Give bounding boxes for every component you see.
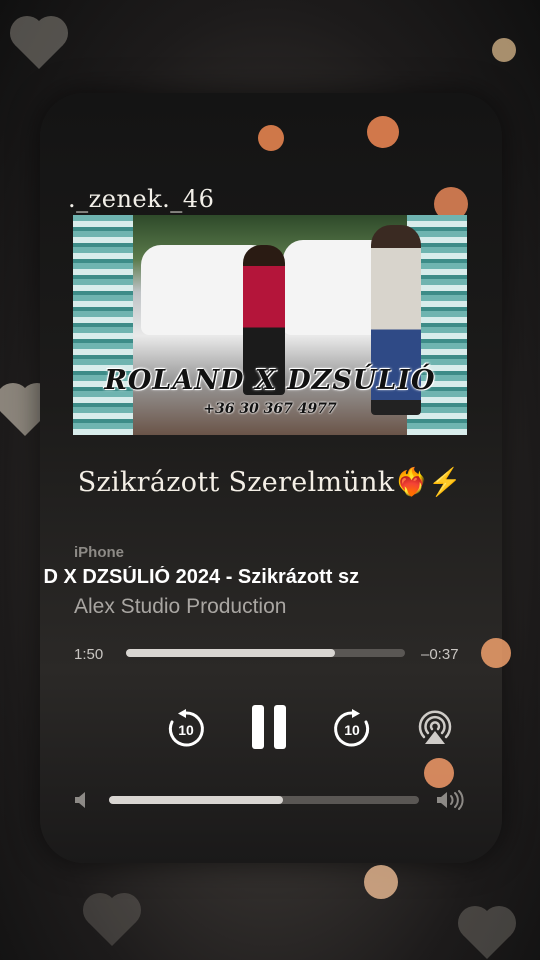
airplay-button[interactable] <box>415 707 455 747</box>
remaining-time: –0:37 <box>421 646 459 663</box>
artwork-phone: +36 30 367 4977 <box>203 401 337 417</box>
skip-forward-button[interactable]: 10 <box>332 709 372 749</box>
song-caption: Szikrázott Szerelmünk❤️‍🔥⚡ <box>77 467 463 498</box>
skip-back-10-icon: 10 <box>168 709 204 747</box>
playback-source: iPhone <box>74 544 125 561</box>
heart-decoration-icon <box>462 910 512 960</box>
heart-decoration-icon <box>87 897 137 947</box>
skip-back-seconds: 10 <box>178 722 194 738</box>
elapsed-time: 1:50 <box>74 646 104 663</box>
album-artwork: ROLAND X DZSÚLIÓ +36 30 367 4977 <box>73 215 467 435</box>
pause-button[interactable] <box>252 705 288 749</box>
bokeh-light <box>364 865 398 899</box>
skip-forward-seconds: 10 <box>344 722 360 738</box>
skip-forward-10-icon: 10 <box>334 709 370 747</box>
artwork-title: ROLAND X DZSÚLIÓ <box>104 365 436 396</box>
track-artist: Alex Studio Production <box>74 595 287 618</box>
progress-scrubber[interactable] <box>126 649 405 657</box>
progress-fill <box>126 649 336 657</box>
volume-high-icon <box>437 790 464 810</box>
bokeh-light <box>367 116 399 148</box>
track-title-text: ND X DZSÚLIÓ 2024 - Szikrázott sz <box>44 566 360 588</box>
track-title: ND X DZSÚLIÓ 2024 - Szikrázott sz <box>44 566 472 589</box>
bokeh-light <box>424 758 454 788</box>
watermark-username: ._zenek._46 <box>68 185 215 213</box>
skip-back-button[interactable]: 10 <box>166 709 206 749</box>
bokeh-light <box>481 638 511 668</box>
bokeh-light <box>258 125 284 151</box>
airplay-icon <box>418 710 452 744</box>
volume-slider[interactable] <box>109 796 419 804</box>
bokeh-light <box>492 38 516 62</box>
heart-decoration-icon <box>14 20 64 70</box>
volume-low-icon <box>75 792 85 808</box>
volume-fill <box>109 796 283 804</box>
